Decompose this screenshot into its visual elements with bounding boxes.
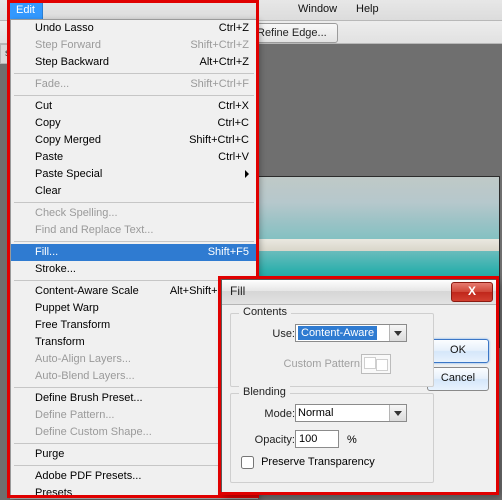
menu-help[interactable]: Help xyxy=(348,0,387,19)
highlight-frame xyxy=(218,276,499,495)
refine-edge-button[interactable]: Refine Edge... xyxy=(246,23,338,43)
menu-window[interactable]: Window xyxy=(290,0,345,19)
